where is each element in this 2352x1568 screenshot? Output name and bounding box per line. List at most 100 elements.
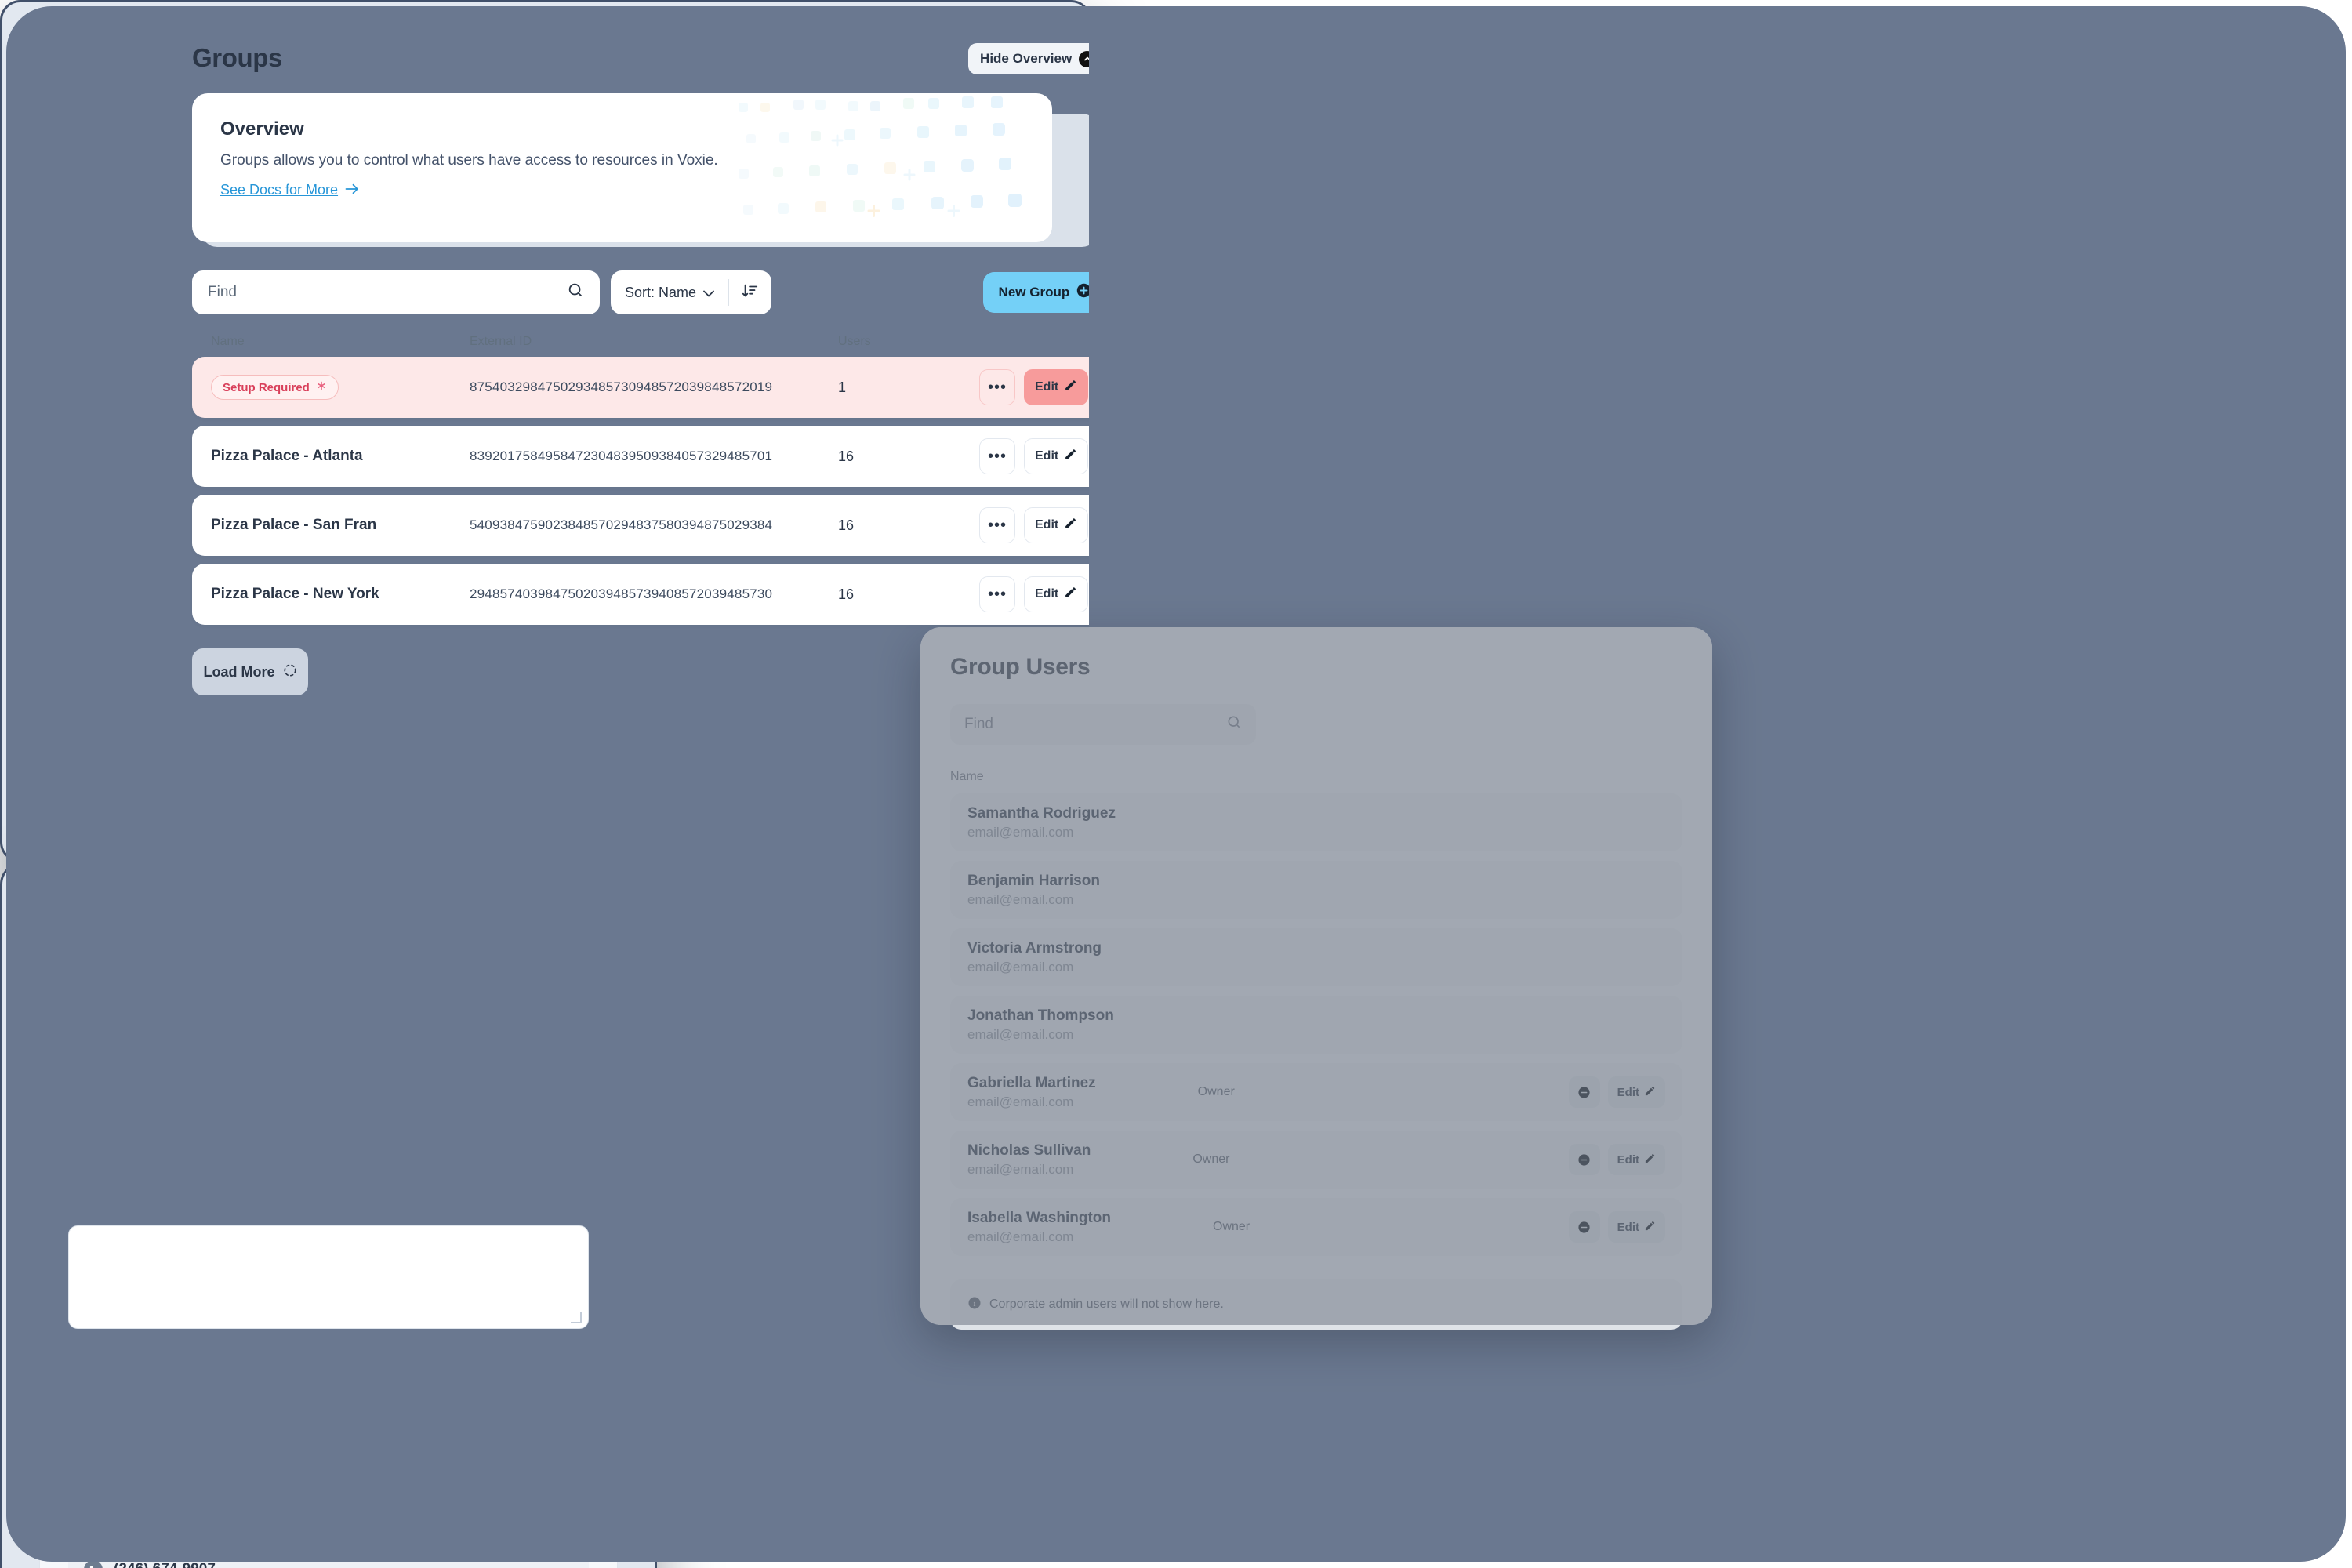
groups-main-content: Groups Hide Overview Overview Groups all… (172, 2, 1089, 860)
groups-find-input[interactable]: Find (192, 270, 600, 314)
user-email: email@email.com (967, 1161, 1074, 1177)
user-role: Owner (1192, 1152, 1230, 1166)
group-name-cell: Pizza Palace - San Fran (211, 517, 377, 533)
row-actions: ••• Edit (979, 576, 1089, 612)
group-external-id-cell: 8392017584958472304839509384057329485701 (470, 448, 773, 463)
hide-overview-button[interactable]: Hide Overview (968, 43, 1089, 74)
column-header-external-id: External ID (470, 335, 532, 348)
table-row[interactable]: Setup Required 87540329847502934857309485… (192, 357, 1089, 418)
groups-table-header: Name External ID Users (192, 335, 1089, 349)
column-header-users: Users (838, 335, 871, 348)
user-name: Jonathan Thompson (967, 1007, 1114, 1024)
sort-control[interactable]: Sort: Name (611, 270, 772, 314)
column-header-name: Name (211, 335, 245, 348)
status-badge: Setup Required (211, 375, 339, 400)
group-users-count-cell: 16 (838, 517, 855, 533)
user-name: Victoria Armstrong (967, 939, 1102, 956)
more-options-button[interactable]: ••• (979, 369, 1015, 405)
group-users-note-text: Corporate admin users will not show here… (989, 1298, 1224, 1311)
new-group-button[interactable]: New Group (982, 272, 1089, 313)
groups-find-placeholder: Find (208, 284, 237, 300)
pencil-icon (1644, 1220, 1656, 1235)
user-name: Gabriella Martinez (967, 1074, 1096, 1091)
edit-button-label: Edit (1035, 380, 1059, 394)
decorative-dots-pattern (739, 96, 1022, 217)
load-more-button[interactable]: Load More (192, 648, 308, 695)
remove-user-button[interactable] (1568, 1144, 1600, 1175)
edit-button[interactable]: Edit (1607, 1076, 1665, 1108)
user-name: Benjamin Harrison (967, 872, 1100, 889)
sort-direction-button[interactable] (729, 282, 771, 303)
list-item[interactable]: Jonathan Thompson email@email.com (950, 996, 1682, 1054)
more-options-button[interactable]: ••• (979, 438, 1015, 474)
sort-select[interactable]: Sort: Name (611, 285, 728, 301)
search-icon[interactable] (567, 281, 584, 303)
edit-button[interactable]: Edit (1607, 1144, 1665, 1175)
remove-user-button[interactable] (1568, 1076, 1600, 1108)
edit-button[interactable]: Edit (1607, 1211, 1665, 1243)
list-item[interactable]: Benjamin Harrison email@email.com (950, 861, 1682, 919)
user-email: email@email.com (967, 1229, 1074, 1244)
see-docs-label: See Docs for More (220, 182, 339, 198)
list-item[interactable]: Nicholas Sullivan email@email.com Owner Edi… (950, 1131, 1682, 1189)
user-email: email@email.com (967, 1026, 1074, 1042)
list-item[interactable]: Isabella Washington email@email.com Owner E… (950, 1198, 1682, 1256)
hide-overview-label: Hide Overview (980, 51, 1073, 66)
more-options-button[interactable]: ••• (979, 507, 1015, 543)
pencil-icon (1644, 1152, 1656, 1167)
group-name-cell: Pizza Palace - New York (211, 586, 379, 602)
user-identity: Jonathan Thompson email@email.com (967, 1007, 1114, 1043)
pencil-icon (1644, 1085, 1656, 1100)
load-more-label: Load More (203, 663, 275, 680)
group-external-id-cell: 2948574039847502039485739408572039485730 (470, 586, 773, 601)
group-external-id-cell: 5409384759023848570294837580394875029384 (470, 517, 773, 532)
see-docs-link[interactable]: See Docs for More (220, 182, 359, 198)
row-actions: Edit (1568, 1076, 1665, 1108)
user-identity: Gabriella Martinez email@email.com (967, 1075, 1096, 1110)
remove-user-button[interactable] (1568, 1211, 1600, 1243)
pencil-icon (1064, 517, 1077, 534)
edit-button-label: Edit (1617, 1220, 1639, 1234)
list-item[interactable]: Victoria Armstrong email@email.com (950, 928, 1682, 986)
edit-button[interactable]: Edit (1024, 369, 1089, 405)
search-icon (1226, 714, 1242, 735)
chevron-down-icon (703, 285, 714, 301)
group-users-note: i Corporate admin users will not show he… (950, 1279, 1682, 1330)
edit-button-label: Edit (1617, 1085, 1639, 1099)
row-actions: ••• Edit (979, 507, 1089, 543)
description-textarea[interactable] (68, 1225, 589, 1329)
groups-toolbar: Find Sort: Name New Group (192, 270, 1089, 314)
user-email: email@email.com (967, 1094, 1074, 1109)
edit-button[interactable]: Edit (1024, 507, 1089, 543)
user-identity: Benjamin Harrison email@email.com (967, 873, 1100, 908)
table-row[interactable]: Pizza Palace - Atlanta 839201758495847230… (192, 426, 1089, 487)
screen: Group Users Find Name Samantha Rodriguez… (0, 0, 2352, 1568)
group-users-list: Samantha Rodriguez email@email.com Benjami… (950, 793, 1682, 1256)
more-options-button[interactable]: ••• (979, 576, 1015, 612)
svg-text:i: i (974, 1299, 976, 1308)
edit-button-label: Edit (1035, 449, 1059, 463)
info-icon: i (967, 1296, 982, 1314)
pencil-icon (1064, 448, 1077, 465)
row-actions: Edit (1568, 1144, 1665, 1175)
sort-descending-icon (742, 282, 759, 303)
edit-button-label: Edit (1035, 587, 1059, 601)
edit-button-label: Edit (1035, 518, 1059, 532)
user-email: email@email.com (967, 891, 1074, 907)
list-item[interactable]: Gabriella Martinez email@email.com Owner Ed… (950, 1063, 1682, 1121)
pencil-icon (1064, 586, 1077, 603)
group-name-cell: Pizza Palace - Atlanta (211, 448, 363, 464)
group-external-id-cell: 8754032984750293485730948572039848572019 (470, 379, 773, 394)
row-actions: ••• Edit (979, 369, 1089, 405)
new-group-label: New Group (998, 285, 1070, 299)
edit-button[interactable]: Edit (1024, 576, 1089, 612)
group-users-count-cell: 16 (838, 586, 855, 602)
user-identity: Victoria Armstrong email@email.com (967, 940, 1102, 975)
edit-button[interactable]: Edit (1024, 438, 1089, 474)
table-row[interactable]: Pizza Palace - New York 29485740398475020… (192, 564, 1089, 625)
user-role: Owner (1197, 1085, 1235, 1098)
user-role: Owner (1213, 1220, 1250, 1233)
table-row[interactable]: Pizza Palace - San Fran 54093847590238485… (192, 495, 1089, 556)
sort-select-value: Sort: Name (625, 284, 697, 300)
group-name-cell: Setup Required (211, 375, 470, 400)
